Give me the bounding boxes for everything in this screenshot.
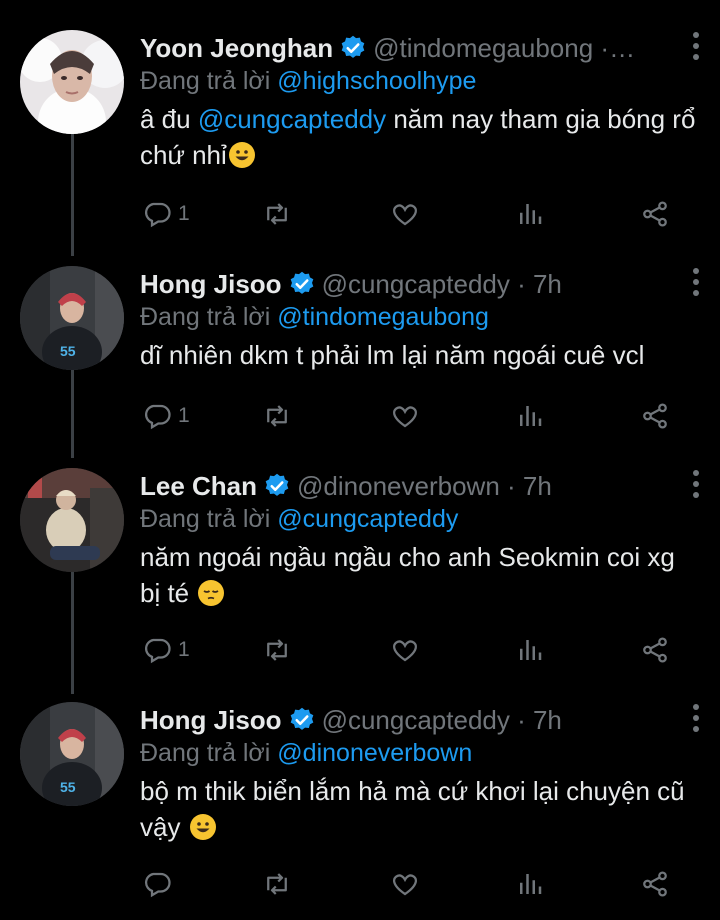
replying-to-label: Đang trả lời <box>140 67 271 95</box>
svg-text:55: 55 <box>60 779 76 795</box>
reply-count: 1 <box>178 202 190 225</box>
avatar[interactable]: 55 <box>20 702 124 806</box>
tweet[interactable]: Lee Chan @dinoneverbown · 7h Đang trả lờ… <box>0 468 720 678</box>
replying-to: Đang trả lời @tindomegaubong <box>140 301 702 333</box>
replying-to-mention[interactable]: @tindomegaubong <box>277 303 489 331</box>
share-icon <box>643 871 667 897</box>
display-name[interactable]: Hong Jisoo <box>140 705 282 736</box>
tweet-text: bộ m thik biển lắm hả mà cứ khơi lại chu… <box>140 773 702 845</box>
reply-button[interactable]: 1 <box>142 398 190 434</box>
svg-text:55: 55 <box>60 343 76 359</box>
reply-button[interactable]: 1 <box>142 632 190 668</box>
grinning-face-icon <box>228 142 255 168</box>
retweet-icon <box>267 405 287 427</box>
avatar[interactable] <box>20 468 124 572</box>
analytics-icon <box>520 874 542 894</box>
retweet-button[interactable] <box>262 398 292 434</box>
retweet-button[interactable] <box>262 866 292 902</box>
analytics-icon <box>520 204 542 224</box>
tweet[interactable]: 55 Hong Jisoo @cungcapteddy · 7h Đang tr… <box>0 702 720 912</box>
action-bar: 1 <box>0 398 720 434</box>
handle[interactable]: @tindomegaubong ·… <box>373 33 635 64</box>
reply-icon <box>145 638 171 664</box>
verified-badge-icon <box>341 35 365 58</box>
action-bar: 1 <box>0 196 720 232</box>
action-bar: 1 <box>0 632 720 668</box>
heart-icon <box>393 204 417 226</box>
grinning-face-icon <box>189 814 216 840</box>
tweet-text-part: bộ m thik biển lắm hả mà cứ khơi lại chu… <box>140 776 685 842</box>
share-button[interactable] <box>640 632 670 668</box>
verified-badge-icon <box>265 473 289 496</box>
mention-link[interactable]: @cungcapteddy <box>198 104 386 134</box>
reply-count: 1 <box>178 404 190 427</box>
retweet-button[interactable] <box>262 196 292 232</box>
tweet-text: năm ngoái ngầu ngầu cho anh Seokmin coi … <box>140 539 702 611</box>
display-name[interactable]: Hong Jisoo <box>140 269 282 300</box>
share-button[interactable] <box>640 398 670 434</box>
reply-icon <box>145 872 171 898</box>
share-icon <box>643 201 667 227</box>
reply-button[interactable]: 1 <box>142 196 190 232</box>
replying-to: Đang trả lời @cungcapteddy <box>140 503 702 535</box>
reply-icon <box>145 202 171 228</box>
retweet-icon <box>267 639 287 661</box>
display-name[interactable]: Lee Chan <box>140 471 257 502</box>
replying-to-mention[interactable]: @cungcapteddy <box>277 505 458 533</box>
more-options-icon[interactable] <box>692 470 700 500</box>
avatar[interactable] <box>20 30 124 134</box>
more-options-icon[interactable] <box>692 704 700 734</box>
like-button[interactable] <box>390 866 420 902</box>
retweet-icon <box>267 203 287 225</box>
views-button[interactable] <box>515 398 545 434</box>
replying-to-mention[interactable]: @dinoneverbown <box>277 739 472 767</box>
heart-icon <box>393 640 417 662</box>
views-button[interactable] <box>515 866 545 902</box>
verified-badge-icon <box>290 707 313 730</box>
heart-icon <box>393 874 417 896</box>
retweet-icon <box>267 873 287 895</box>
replying-to-mention[interactable]: @highschoolhype <box>277 67 476 95</box>
display-name[interactable]: Yoon Jeonghan <box>140 33 333 64</box>
like-button[interactable] <box>390 398 420 434</box>
handle[interactable]: @cungcapteddy · 7h <box>322 705 562 736</box>
like-button[interactable] <box>390 632 420 668</box>
like-button[interactable] <box>390 196 420 232</box>
verified-badge-icon <box>290 271 313 294</box>
replying-to: Đang trả lời @dinoneverbown <box>140 737 702 769</box>
handle[interactable]: @dinoneverbown · 7h <box>297 471 552 502</box>
share-button[interactable] <box>640 866 670 902</box>
retweet-button[interactable] <box>262 632 292 668</box>
tweet[interactable]: 55 Hong Jisoo @cungcapteddy · 7h Đang tr… <box>0 266 720 446</box>
replying-to-label: Đang trả lời <box>140 303 271 331</box>
replying-to-label: Đang trả lời <box>140 739 271 767</box>
analytics-icon <box>520 640 542 660</box>
action-bar <box>0 866 720 902</box>
handle[interactable]: @cungcapteddy · 7h <box>322 269 562 300</box>
replying-to-label: Đang trả lời <box>140 505 271 533</box>
reply-icon <box>145 404 171 430</box>
share-button[interactable] <box>640 196 670 232</box>
more-options-icon[interactable] <box>692 32 700 62</box>
more-options-icon[interactable] <box>692 268 700 298</box>
share-icon <box>643 637 667 663</box>
tweet-text: dĩ nhiên dkm t phải lm lại năm ngoái cuê… <box>140 340 645 370</box>
tweet[interactable]: Yoon Jeonghan @tindomegaubong ·… Đang tr… <box>0 30 720 240</box>
heart-icon <box>393 406 417 428</box>
tweet-text: â đu @cungcapteddy năm nay tham gia bóng… <box>140 101 702 173</box>
reply-count: 1 <box>178 638 190 661</box>
reply-button[interactable] <box>142 866 178 902</box>
replying-to: Đang trả lời @highschoolhype <box>140 65 702 97</box>
avatar[interactable]: 55 <box>20 266 124 370</box>
pensive-face-icon <box>198 580 225 606</box>
share-icon <box>643 403 667 429</box>
views-button[interactable] <box>515 632 545 668</box>
tweet-text-part: â đu <box>140 104 198 134</box>
views-button[interactable] <box>515 196 545 232</box>
analytics-icon <box>520 406 542 426</box>
